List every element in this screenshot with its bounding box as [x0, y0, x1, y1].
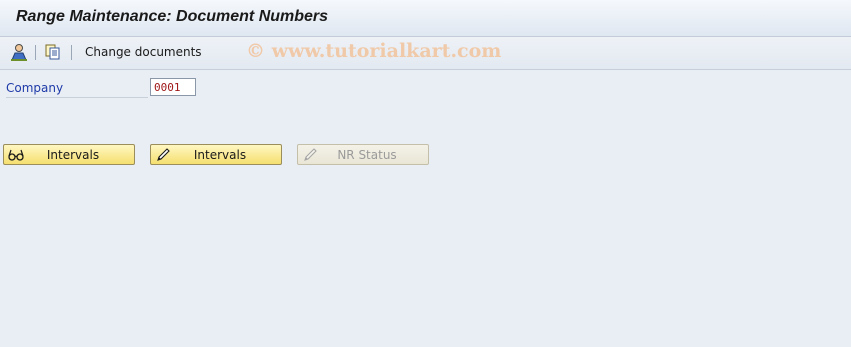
copy-documents-icon[interactable]	[43, 42, 63, 62]
nr-status-button: NR Status	[297, 144, 429, 165]
title-bar: Range Maintenance: Document Numbers	[0, 0, 851, 37]
toolbar-separator	[35, 45, 36, 60]
company-input[interactable]	[150, 78, 196, 96]
application-toolbar: Change documents © www.tutorialkart.com	[0, 37, 851, 70]
company-label: Company	[6, 81, 148, 98]
change-intervals-button[interactable]: Intervals	[150, 144, 282, 165]
change-documents-button[interactable]: Change documents	[85, 45, 202, 59]
button-label: Intervals	[46, 148, 100, 162]
display-intervals-button[interactable]: Intervals	[3, 144, 135, 165]
page-title: Range Maintenance: Document Numbers	[16, 8, 329, 25]
toolbar-separator	[71, 45, 72, 60]
watermark: © www.tutorialkart.com	[246, 40, 502, 62]
button-label: NR Status	[337, 148, 397, 162]
button-label: Intervals	[193, 148, 247, 162]
user-settings-icon[interactable]	[9, 42, 29, 62]
